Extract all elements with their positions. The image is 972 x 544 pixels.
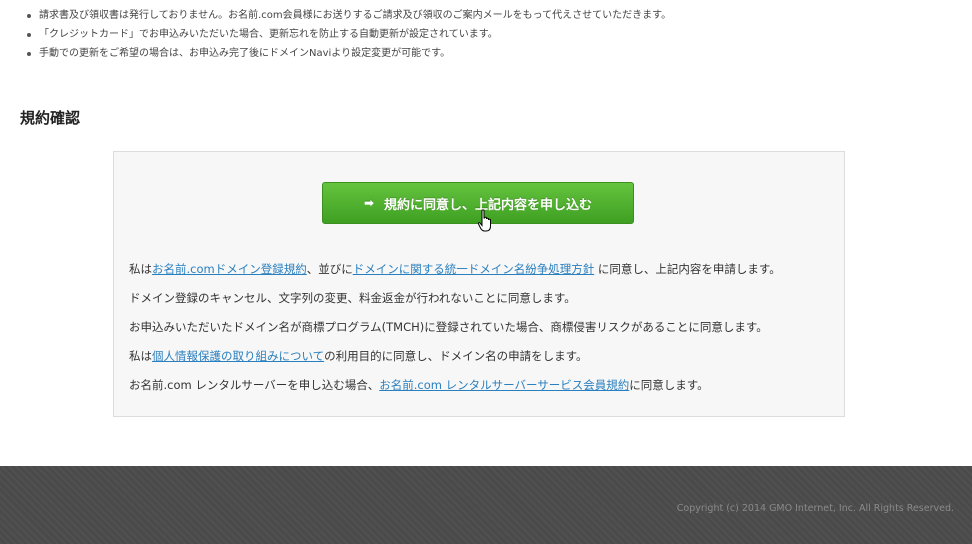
terms-text: ドメイン登録のキャンセル、文字列の変更、料金返金が行われないことに同意します。 (129, 291, 576, 305)
terms-text: に同意します。 (629, 378, 709, 392)
bullet-icon (27, 52, 31, 56)
hand-cursor-icon (477, 209, 491, 232)
arrow-right-icon: ➡ (363, 196, 375, 210)
copyright-text: Copyright (c) 2014 GMO Internet, Inc. Al… (676, 503, 954, 514)
terms-text: に同意し、上記内容を申請します。 (594, 262, 781, 276)
notes-list: 請求書及び領収書は発行しておりません。お名前.com会員様にお送りするご請求及び… (22, 6, 671, 63)
note-item: 請求書及び領収書は発行しておりません。お名前.com会員様にお送りするご請求及び… (22, 6, 671, 25)
note-text: 「クレジットカード」でお申込みいただいた場合、更新忘れを防止する自動更新が設定さ… (39, 29, 498, 40)
terms-text: お申込みいただいたドメイン名が商標プログラム(TMCH)に登録されていた場合、商… (129, 320, 768, 334)
note-item: 「クレジットカード」でお申込みいただいた場合、更新忘れを防止する自動更新が設定さ… (22, 25, 671, 44)
section-title: 規約確認 (20, 109, 81, 127)
terms-line: 私はお名前.comドメイン登録規約、並びにドメインに関する統一ドメイン名紛争処理… (129, 255, 781, 284)
bullet-icon (27, 33, 31, 37)
terms-text: の利用目的に同意し、ドメイン名の申請をします。 (324, 349, 588, 363)
rental-server-terms-link[interactable]: お名前.com レンタルサーバーサービス会員規約 (379, 378, 629, 392)
terms-text: お名前.com レンタルサーバーを申し込む場合、 (129, 378, 380, 392)
domain-registration-terms-link[interactable]: お名前.comドメイン登録規約 (152, 262, 307, 276)
terms-panel: ➡ 規約に同意し、上記内容を申し込む 私はお名前.comドメイン登録規約、並びに… (113, 151, 845, 417)
note-item: 手動での更新をご希望の場合は、お申込み完了後にドメインNaviより設定変更が可能… (22, 44, 671, 63)
privacy-policy-link[interactable]: 個人情報保護の取り組みについて (152, 349, 324, 363)
footer: Copyright (c) 2014 GMO Internet, Inc. Al… (0, 466, 972, 544)
terms-line: 私は個人情報保護の取り組みについての利用目的に同意し、ドメイン名の申請をします。 (129, 342, 781, 371)
dispute-policy-link[interactable]: ドメインに関する統一ドメイン名紛争処理方針 (353, 262, 595, 276)
terms-line: ドメイン登録のキャンセル、文字列の変更、料金返金が行われないことに同意します。 (129, 284, 781, 313)
terms-text: 私は (129, 349, 152, 363)
terms-line: お名前.com レンタルサーバーを申し込む場合、お名前.com レンタルサーバー… (129, 371, 781, 400)
terms-text: 、並びに (306, 262, 353, 276)
bullet-icon (27, 14, 31, 18)
note-text: 請求書及び領収書は発行しておりません。お名前.com会員様にお送りするご請求及び… (39, 10, 672, 21)
note-text: 手動での更新をご希望の場合は、お申込み完了後にドメインNaviより設定変更が可能… (39, 48, 451, 59)
terms-text: 私は (129, 262, 152, 276)
terms-list: 私はお名前.comドメイン登録規約、並びにドメインに関する統一ドメイン名紛争処理… (129, 255, 781, 400)
terms-line: お申込みいただいたドメイン名が商標プログラム(TMCH)に登録されていた場合、商… (129, 313, 781, 342)
